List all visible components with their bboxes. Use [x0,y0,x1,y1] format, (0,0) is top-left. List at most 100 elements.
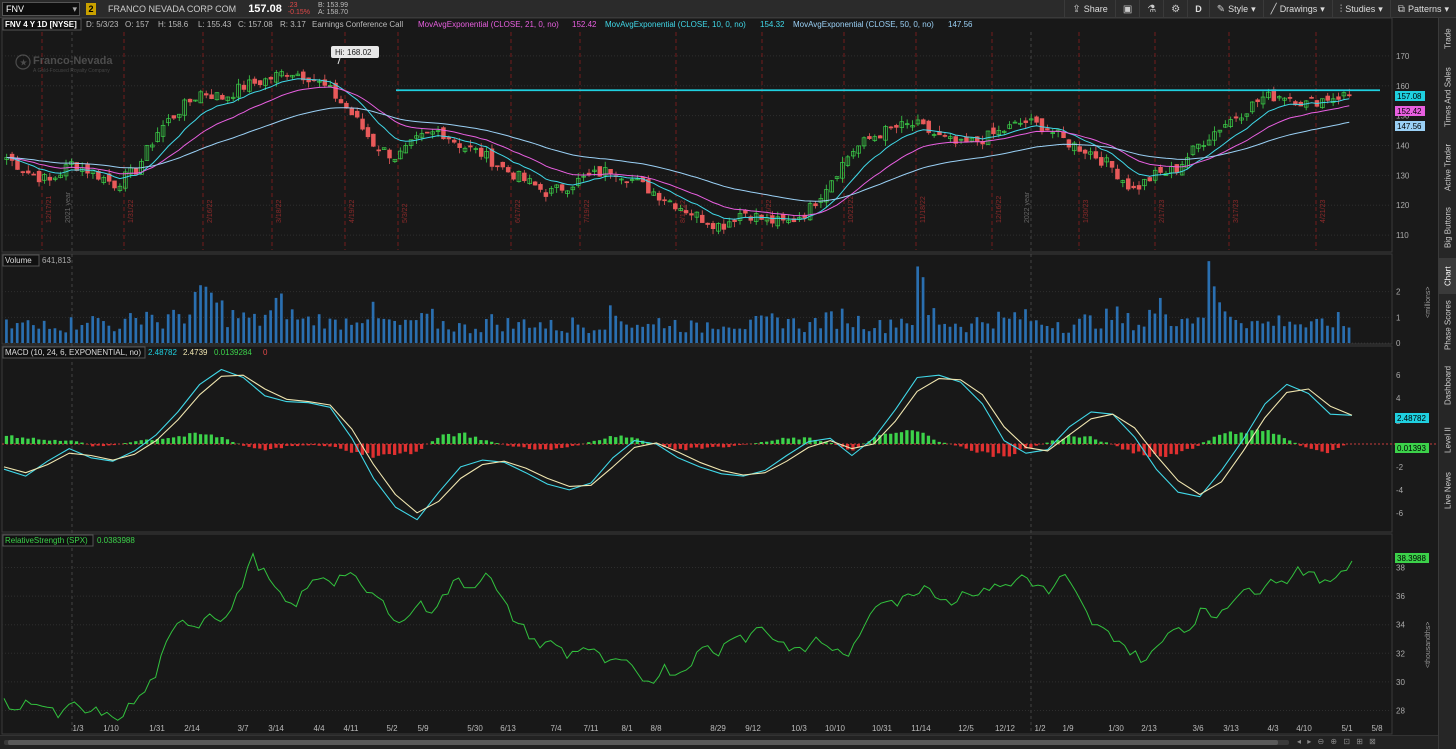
earnings-date-label: 6/17/22 [515,200,522,223]
time-axis-label: 1/10 [103,724,119,733]
settings-button[interactable]: ⚙ [1163,0,1187,18]
earnings-date-label: 5/3/22 [402,203,409,223]
earnings-date-label: 7/19/22 [584,200,591,223]
macd-histogram-bar [177,436,181,444]
macd-histogram-bar [1223,433,1227,444]
volume-bar [215,302,219,343]
macd-histogram-bar [1212,436,1216,444]
flask-button[interactable]: ⚗ [1139,0,1163,18]
volume-bar [857,315,860,343]
macd-title: MACD (10, 24, 6, EXPONENTIAL, no) [5,348,141,357]
macd-histogram-bar [517,444,521,447]
side-tab-dashboard[interactable]: Dashboard [1439,356,1456,414]
scroll-thumb[interactable] [8,740,1278,745]
macd-histogram-bar [1169,444,1173,454]
macd-histogram-bar [533,444,537,450]
time-axis-label: 8/1 [621,724,633,733]
share-button[interactable]: ⇪ Share [1064,0,1114,18]
symbol-link-badge[interactable]: 2 [86,2,96,15]
volume-bar [614,315,618,343]
macd-header: MACD (10, 24, 6, EXPONENTIAL, no) 2.4878… [2,346,268,359]
chart-area[interactable]: 12/17/21 1/31/22 2/16/22 3/18/22 4/19/22 5/3/… [0,18,1438,735]
macd-histogram-bar [393,444,397,455]
macd-histogram-bar [468,437,472,444]
high-marker-label: Hi: 168.02 [335,48,372,57]
macd-histogram-bar [479,440,483,444]
chevron-down-icon[interactable]: ▾ [72,3,77,15]
macd-histogram-bar [301,444,305,446]
time-axis-label: 2/14 [184,724,200,733]
macd-histogram-bar [1002,444,1006,457]
macd-histogram-bar [522,444,526,448]
price-tick-label: 110 [1396,231,1409,240]
side-tab-big-buttons[interactable]: Big Buttons [1439,200,1456,256]
earnings-date-label: 1/30/23 [1083,200,1090,223]
macd-histogram-bar [1007,444,1011,457]
save-button[interactable]: ▣ [1114,0,1139,18]
volume-bar [333,319,337,343]
side-tab-trade[interactable]: Trade [1439,20,1456,58]
volume-bar [1013,312,1017,343]
candle-body [624,181,630,184]
volume-bar [689,320,693,343]
volume-bar [587,333,591,343]
volume-bar [21,322,24,343]
aggregation-button[interactable]: D [1187,0,1209,18]
ema10-label[interactable]: MovAvgExponential (CLOSE, 10, 0, no) [605,20,746,29]
ema50-label[interactable]: MovAvgExponential (CLOSE, 50, 0, no) [793,20,934,29]
time-axis-label: 5/8 [1371,724,1383,733]
candle-body [446,137,452,140]
candle-body [1077,146,1082,152]
volume-bar [1256,320,1259,343]
volume-bar [1142,326,1146,343]
candle-body [220,94,225,100]
volume-bar [948,326,952,343]
macd-histogram-bar [1126,444,1130,450]
volume-bar [883,333,887,343]
volume-bar [608,305,612,343]
volume-bar [673,319,677,343]
style-icon: ✎ [1216,3,1226,15]
ema21-label[interactable]: MovAvgExponential (CLOSE, 21, 0, no) [418,20,559,29]
macd-histogram-bar [506,444,510,446]
macd-histogram-bar [317,444,321,446]
studies-label: Studies [1345,4,1376,14]
side-tab-level-ii[interactable]: Level II [1439,416,1456,464]
macd-histogram-bar [587,442,591,444]
candle-body [522,172,527,182]
symbol-input[interactable]: FNV ▾ [2,1,80,16]
zoom-controls[interactable]: ◂ ▸ ⊖ ⊕ ⊡ ⊞ ⊠ [1297,737,1378,746]
side-tab-phase-scores[interactable]: Phase Scores [1439,296,1456,354]
volume-bar [1331,327,1335,343]
ask-price: A: 158.70 [318,8,348,16]
time-axis-label: 10/10 [825,724,846,733]
volume-bar [1040,324,1044,343]
studies-button[interactable]: ⫶ Studies ▾ [1331,0,1390,18]
candle-body [505,167,511,173]
candle-body [500,161,505,168]
macd-histogram-bar [959,444,963,447]
side-tab-times-and-sales[interactable]: Times And Sales [1439,60,1456,134]
last-price: 157.08 [248,2,282,15]
volume-bar [625,324,628,343]
macd-histogram-bar [231,441,235,444]
rs-pane[interactable] [1,533,1393,735]
side-tab-active-trader[interactable]: Active Trader [1439,136,1456,198]
volume-bar [1347,327,1351,343]
volume-bar [1056,322,1060,343]
volume-bar [1250,321,1254,343]
drawings-button[interactable]: ╱ Drawings ▾ [1262,0,1332,18]
macd-histogram-bar [775,439,780,444]
candle-body [1039,118,1045,133]
volume-bar [862,329,866,343]
volume-bar [1078,318,1081,343]
side-tab-chart[interactable]: Chart [1439,258,1456,294]
style-button[interactable]: ✎ Style ▾ [1208,0,1263,18]
volume-bar [501,331,504,343]
patterns-button[interactable]: ⧉ Patterns ▾ [1389,0,1456,18]
macd-histogram-bar [684,444,688,451]
candle-body [559,184,565,191]
volume-bar [1272,325,1275,343]
side-tab-live-news[interactable]: Live News [1439,466,1456,516]
macd-histogram-bar [570,444,575,446]
